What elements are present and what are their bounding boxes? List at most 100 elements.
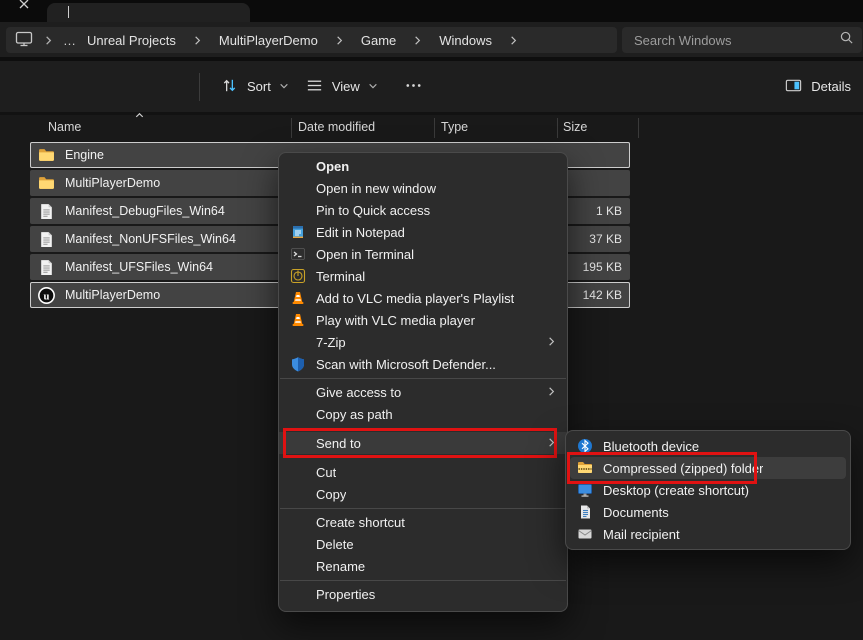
menu-item-label: Create shortcut bbox=[316, 515, 405, 530]
menu-item-copy[interactable]: Copy bbox=[279, 483, 567, 505]
menu-item-label: Rename bbox=[316, 559, 365, 574]
menu-item-label: Documents bbox=[603, 505, 669, 520]
menu-item-add-to-vlc-media-player-s-playlist[interactable]: Add to VLC media player's Playlist bbox=[279, 287, 567, 309]
menu-separator bbox=[280, 508, 566, 509]
file-name: Manifest_NonUFSFiles_Win64 bbox=[65, 232, 236, 246]
menu-item-label: Mail recipient bbox=[603, 527, 680, 542]
menu-item-properties[interactable]: Properties bbox=[279, 583, 567, 605]
zip-folder-icon bbox=[577, 460, 593, 476]
menu-item-cut[interactable]: Cut bbox=[279, 461, 567, 483]
unreal-icon: u bbox=[38, 287, 55, 304]
chevron-right-icon[interactable] bbox=[192, 35, 203, 46]
sort-button[interactable]: Sort bbox=[212, 70, 297, 104]
breadcrumb-segment[interactable]: Game bbox=[361, 33, 396, 48]
menu-item-label: Edit in Notepad bbox=[316, 225, 405, 240]
menu-item-compressed-zipped-folder[interactable]: Compressed (zipped) folder bbox=[570, 457, 846, 479]
context-menu: Open Open in new window Pin to Quick acces… bbox=[278, 152, 568, 612]
breadcrumb-segment[interactable]: MultiPlayerDemo bbox=[219, 33, 318, 48]
file-action-buttons: A bbox=[5, 70, 185, 104]
details-label: Details bbox=[811, 79, 851, 94]
explorer-tab[interactable] bbox=[47, 3, 250, 22]
mail-icon bbox=[577, 526, 593, 542]
close-icon[interactable] bbox=[16, 0, 32, 12]
menu-item-7-zip[interactable]: 7-Zip bbox=[279, 331, 567, 353]
chevron-right-icon[interactable] bbox=[334, 35, 345, 46]
no-icon bbox=[290, 536, 306, 552]
menu-item-documents[interactable]: Documents bbox=[566, 501, 850, 523]
column-header-date-modified[interactable]: Date modified bbox=[298, 120, 375, 134]
menu-item-scan-with-microsoft-defender[interactable]: Scan with Microsoft Defender... bbox=[279, 353, 567, 375]
rename-button[interactable]: A bbox=[53, 70, 89, 104]
delete-button[interactable] bbox=[149, 70, 185, 104]
sort-label: Sort bbox=[245, 79, 273, 94]
search-input[interactable]: Search Windows bbox=[622, 27, 862, 53]
breadcrumb-segments: Unreal Projects MultiPlayerDemo Game Window… bbox=[87, 33, 519, 48]
column-divider[interactable] bbox=[434, 118, 435, 138]
menu-item-create-shortcut[interactable]: Create shortcut bbox=[279, 511, 567, 533]
breadcrumb-segment[interactable]: Unreal Projects bbox=[87, 33, 176, 48]
view-icon bbox=[305, 76, 324, 98]
defender-icon bbox=[290, 356, 306, 372]
share-button[interactable] bbox=[101, 70, 137, 104]
menu-item-bluetooth-device[interactable]: Bluetooth device bbox=[566, 435, 850, 457]
tab-bar bbox=[0, 0, 863, 22]
menu-item-label: Open in new window bbox=[316, 181, 436, 196]
menu-item-label: Open bbox=[316, 159, 349, 174]
chevron-right-icon[interactable] bbox=[412, 35, 423, 46]
view-button[interactable]: View bbox=[297, 70, 386, 104]
menu-item-label: Pin to Quick access bbox=[316, 203, 430, 218]
documents-icon bbox=[577, 504, 593, 520]
menu-item-send-to[interactable]: Send to bbox=[279, 432, 567, 454]
no-icon bbox=[290, 558, 306, 574]
menu-separator bbox=[280, 580, 566, 581]
submenu-arrow-icon bbox=[546, 385, 557, 400]
chevron-right-icon[interactable] bbox=[508, 35, 519, 46]
no-icon bbox=[290, 180, 306, 196]
file-name: MultiPlayerDemo bbox=[65, 176, 160, 190]
notepad-icon bbox=[290, 224, 306, 240]
menu-item-mail-recipient[interactable]: Mail recipient bbox=[566, 523, 850, 545]
vlc-icon bbox=[290, 312, 306, 328]
menu-item-rename[interactable]: Rename bbox=[279, 555, 567, 577]
menu-item-label: Bluetooth device bbox=[603, 439, 699, 454]
menu-item-delete[interactable]: Delete bbox=[279, 533, 567, 555]
file-name: MultiPlayerDemo bbox=[65, 288, 160, 302]
terminal-icon bbox=[290, 246, 306, 262]
menu-item-terminal[interactable]: Terminal bbox=[279, 265, 567, 287]
no-icon bbox=[290, 334, 306, 350]
file-size: 37 KB bbox=[589, 232, 630, 246]
menu-item-edit-in-notepad[interactable]: Edit in Notepad bbox=[279, 221, 567, 243]
file-name: Manifest_UFSFiles_Win64 bbox=[65, 260, 213, 274]
menu-item-copy-as-path[interactable]: Copy as path bbox=[279, 403, 567, 425]
chevron-right-icon[interactable] bbox=[43, 35, 54, 46]
menu-item-pin-to-quick-access[interactable]: Pin to Quick access bbox=[279, 199, 567, 221]
menu-item-label: 7-Zip bbox=[316, 335, 346, 350]
more-options-button[interactable] bbox=[396, 70, 432, 104]
menu-item-give-access-to[interactable]: Give access to bbox=[279, 381, 567, 403]
desktop-icon bbox=[577, 482, 593, 498]
menu-item-label: Give access to bbox=[316, 385, 401, 400]
breadcrumb-ellipsis[interactable]: … bbox=[63, 33, 78, 48]
column-header-name[interactable]: Name bbox=[48, 120, 81, 134]
menu-item-desktop-create-shortcut[interactable]: Desktop (create shortcut) bbox=[566, 479, 850, 501]
menu-item-open-in-terminal[interactable]: Open in Terminal bbox=[279, 243, 567, 265]
breadcrumb: … Unreal Projects MultiPlayerDemo Game Wind… bbox=[6, 27, 617, 53]
column-divider[interactable] bbox=[291, 118, 292, 138]
menu-item-open[interactable]: Open bbox=[279, 155, 567, 177]
no-icon bbox=[290, 202, 306, 218]
menu-item-label: Play with VLC media player bbox=[316, 313, 475, 328]
toolbar-separator bbox=[199, 73, 200, 101]
column-header-size[interactable]: Size bbox=[563, 120, 587, 134]
column-divider[interactable] bbox=[638, 118, 639, 138]
this-pc-icon[interactable] bbox=[14, 29, 34, 52]
search-icon[interactable] bbox=[839, 30, 854, 50]
menu-item-play-with-vlc-media-player[interactable]: Play with VLC media player bbox=[279, 309, 567, 331]
details-pane-button[interactable]: Details bbox=[778, 70, 857, 104]
menu-item-label: Copy bbox=[316, 487, 346, 502]
text-cursor bbox=[68, 6, 69, 18]
column-divider[interactable] bbox=[557, 118, 558, 138]
column-header-type[interactable]: Type bbox=[441, 120, 468, 134]
paste-button[interactable] bbox=[5, 70, 41, 104]
menu-item-open-in-new-window[interactable]: Open in new window bbox=[279, 177, 567, 199]
breadcrumb-segment[interactable]: Windows bbox=[439, 33, 492, 48]
